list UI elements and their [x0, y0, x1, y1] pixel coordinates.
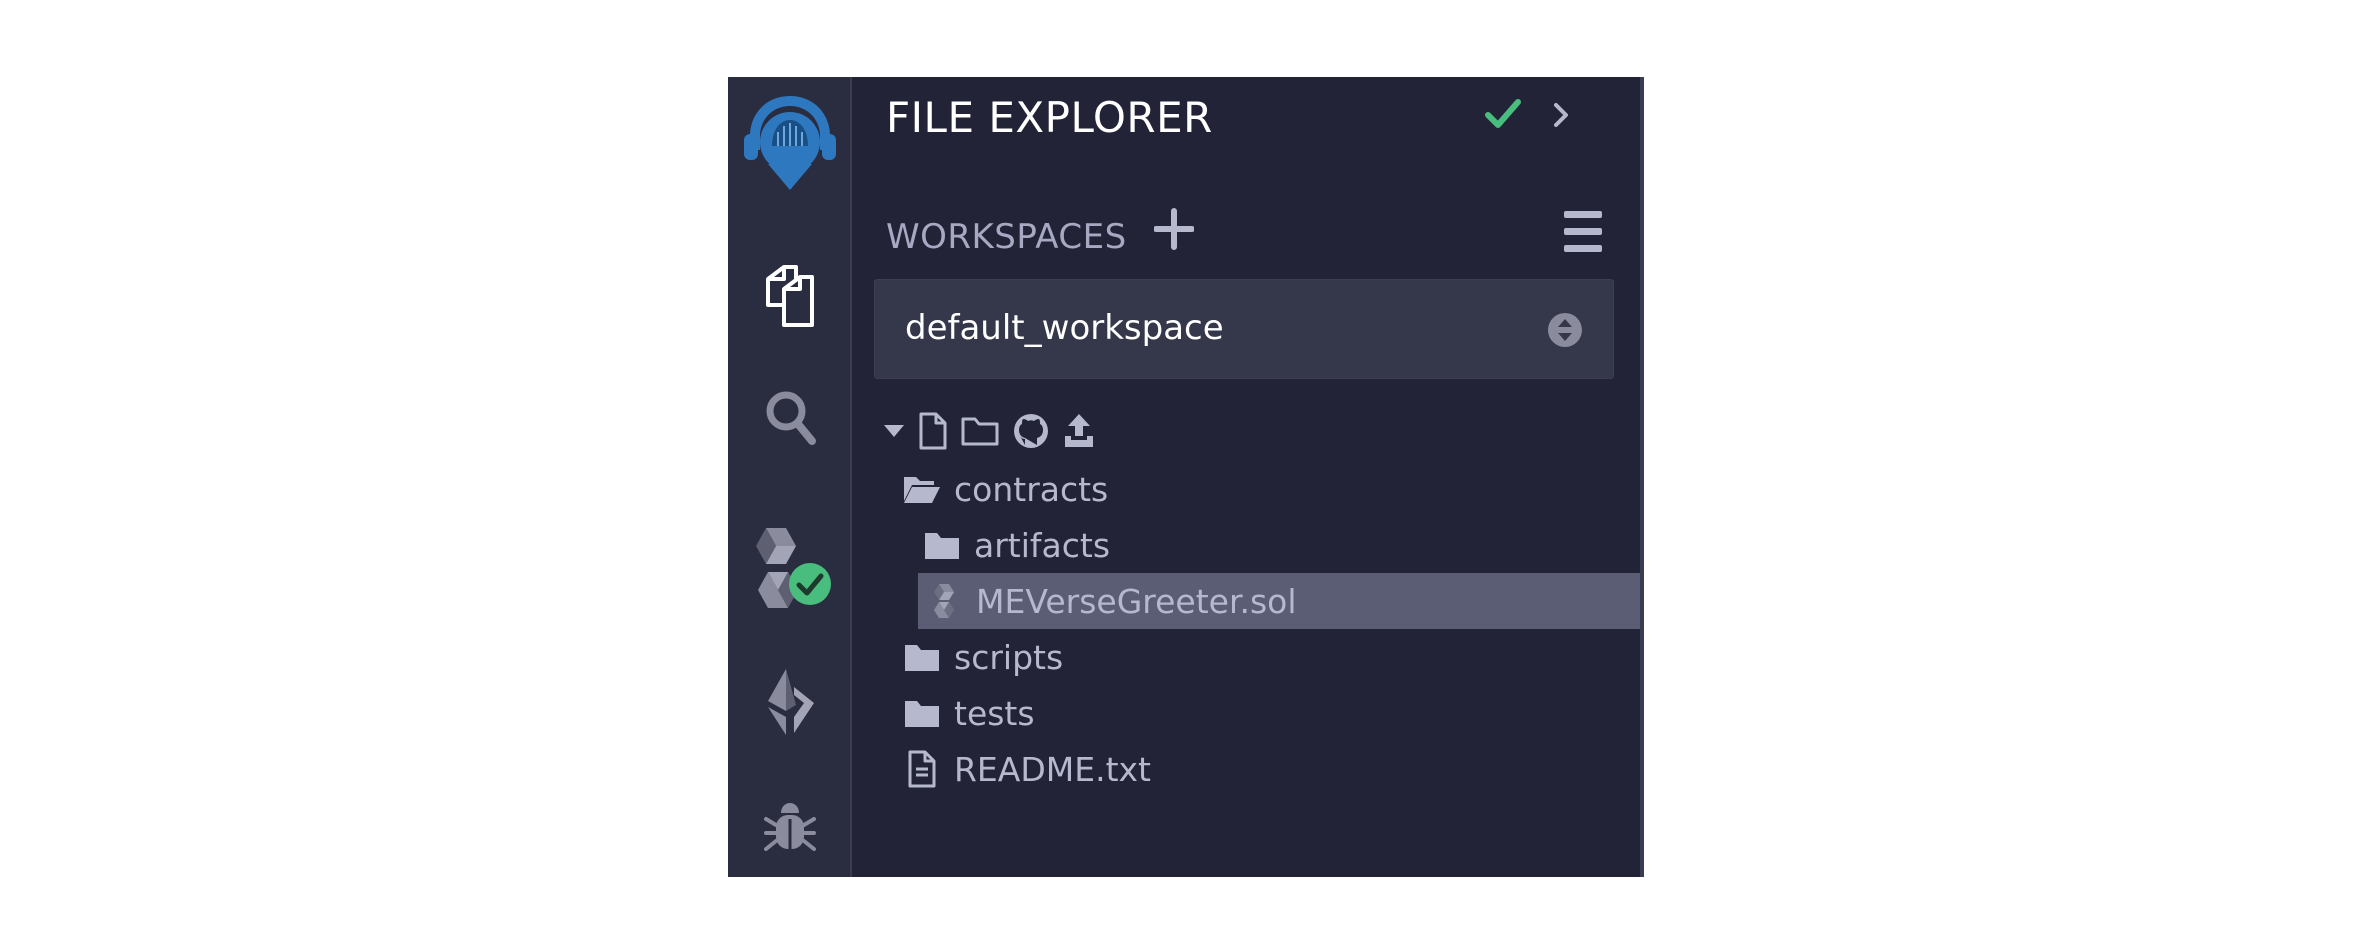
workspace-select[interactable]: default_workspace — [874, 279, 1614, 379]
create-workspace-button[interactable] — [1153, 207, 1195, 255]
folder-icon — [902, 693, 942, 733]
tree-item-readme-txt[interactable]: README.txt — [902, 741, 1151, 797]
github-icon[interactable] — [1012, 412, 1050, 454]
tree-item-label: contracts — [954, 469, 1109, 509]
remix-ide-window: FILE EXPLORER WORKSPACES default_workspa… — [728, 77, 1644, 877]
file-explorer-icon[interactable] — [728, 247, 852, 347]
tree-item-tests[interactable]: tests — [902, 685, 1035, 741]
check-icon — [1484, 97, 1522, 135]
new-folder-icon[interactable] — [960, 414, 1000, 452]
workspace-menu-button[interactable] — [1562, 209, 1604, 259]
search-icon[interactable] — [728, 377, 852, 457]
ethereum-deploy-icon[interactable] — [728, 647, 852, 757]
file-toolbar — [882, 411, 1096, 455]
upload-icon[interactable] — [1062, 412, 1096, 454]
new-file-icon[interactable] — [918, 411, 948, 455]
tree-item-label: README.txt — [954, 749, 1151, 789]
icon-panel — [728, 77, 852, 877]
tree-item-label: tests — [954, 693, 1035, 733]
text-file-icon — [902, 749, 942, 789]
folder-icon — [902, 637, 942, 677]
tree-item-label: scripts — [954, 637, 1064, 677]
folder-icon — [922, 525, 962, 565]
chevron-right-icon[interactable] — [1550, 101, 1572, 133]
folder-open-icon — [902, 469, 942, 509]
tree-item-label: artifacts — [974, 525, 1111, 565]
select-arrows-icon — [1547, 310, 1583, 354]
tree-item-contracts[interactable]: contracts — [902, 461, 1108, 517]
tree-item-label: MEVerseGreeter.sol — [976, 581, 1297, 621]
bug-icon[interactable] — [728, 777, 852, 877]
tree-item-scripts[interactable]: scripts — [902, 629, 1063, 685]
tree-item-meversegreeter-sol[interactable]: MEVerseGreeter.sol — [918, 573, 1640, 629]
solidity-file-icon — [924, 581, 964, 621]
workspace-select-value: default_workspace — [905, 308, 1224, 348]
workspaces-label: WORKSPACES — [886, 217, 1127, 257]
plus-icon — [1153, 208, 1195, 250]
remix-logo-icon[interactable] — [728, 87, 852, 197]
panel-title: FILE EXPLORER — [886, 93, 1213, 142]
hamburger-menu-icon — [1564, 211, 1602, 252]
tree-item-artifacts[interactable]: artifacts — [922, 517, 1110, 573]
caret-down-icon[interactable] — [882, 421, 906, 445]
solidity-compiler-icon[interactable] — [728, 517, 852, 627]
check-badge-icon — [789, 563, 831, 605]
panel-divider[interactable] — [1640, 77, 1644, 877]
file-explorer-panel: FILE EXPLORER WORKSPACES default_workspa… — [854, 77, 1640, 877]
